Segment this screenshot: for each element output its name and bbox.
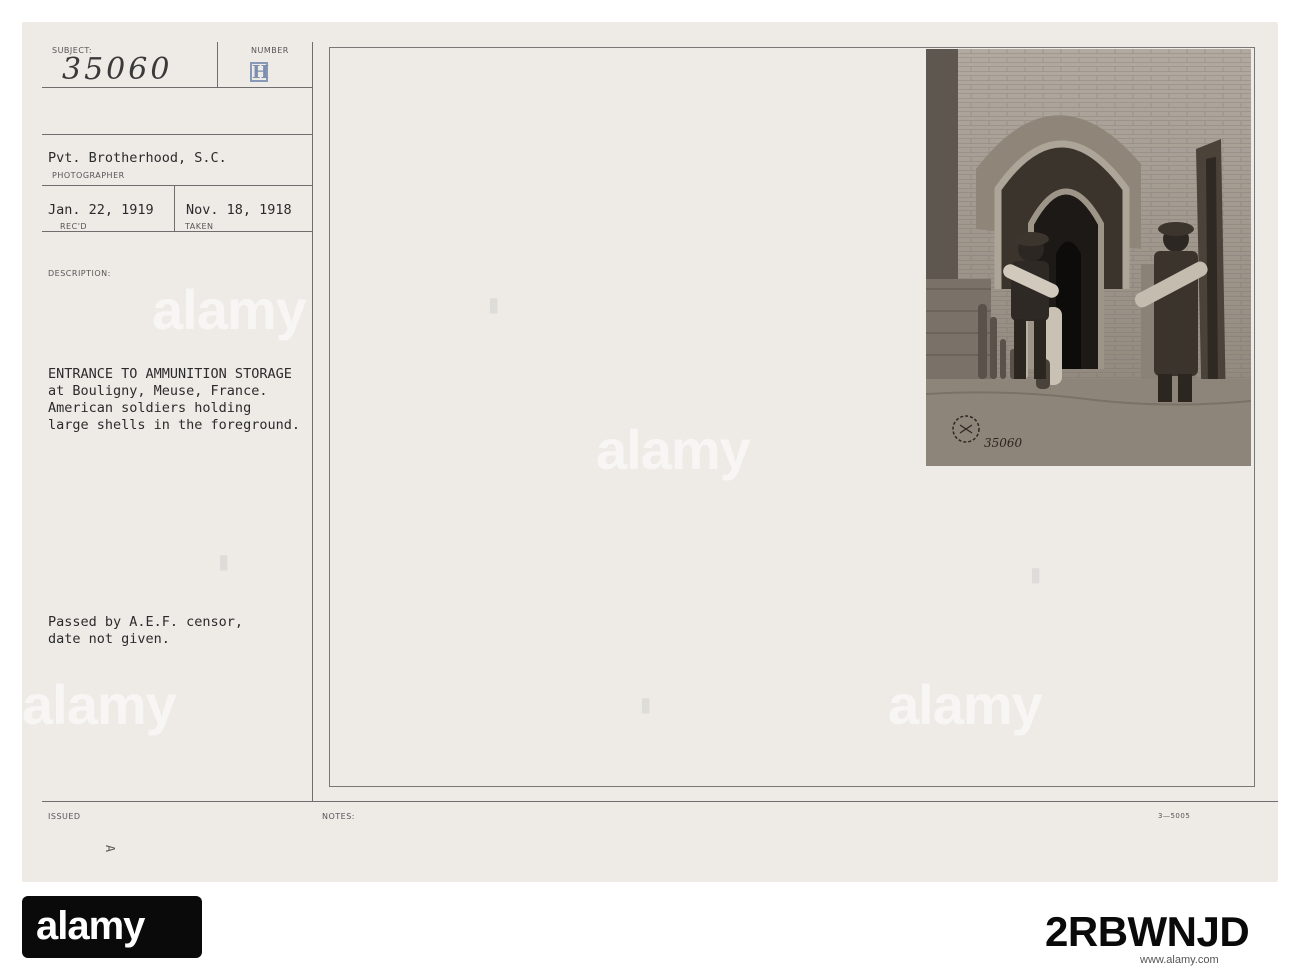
photo-inscription: 35060 xyxy=(984,436,1023,450)
number-stamp: H xyxy=(250,62,270,83)
footer-url[interactable]: www.alamy.com xyxy=(1140,954,1219,966)
watermark: alamy xyxy=(152,278,307,341)
issued-rule xyxy=(42,801,1278,802)
form-code: 3—5005 xyxy=(1158,812,1191,820)
subject-number: 35060 xyxy=(62,52,173,87)
watermark: alamy xyxy=(596,418,751,481)
photographer-top-rule xyxy=(42,134,312,135)
subject-divider xyxy=(42,87,312,88)
stock-footer: alamy 2RBWNJD www.alamy.com xyxy=(0,882,1300,971)
censor-line: Passed by A.E.F. censor, xyxy=(48,614,244,630)
watermark-mark: ▮ xyxy=(488,294,499,316)
taken-date: Nov. 18, 1918 xyxy=(186,202,292,218)
description-line: at Bouligny, Meuse, France. xyxy=(48,383,268,399)
footer-brand-text: alamy xyxy=(36,904,145,948)
photographer-label: PHOTOGRAPHER xyxy=(52,171,125,180)
notes-label: NOTES: xyxy=(322,812,355,821)
censor-text: Passed by A.E.F. censor, date not given. xyxy=(48,614,243,648)
received-date: Jan. 22, 1919 xyxy=(48,202,154,218)
watermark: alamy xyxy=(22,673,177,736)
column-divider xyxy=(312,42,313,802)
footer-image-id: 2RBWNJD xyxy=(1045,908,1250,955)
number-divider xyxy=(217,42,218,87)
record-card: SUBJECT: 35060 NUMBER H Pvt. Brotherhood… xyxy=(22,22,1278,882)
dates-bottom-rule xyxy=(42,231,312,232)
description-line: large shells in the foreground. xyxy=(48,417,300,433)
description-line: American soldiers holding xyxy=(48,400,252,416)
description-label: DESCRIPTION: xyxy=(48,269,111,278)
watermark-mark: ▮ xyxy=(1030,564,1041,586)
dates-top-rule xyxy=(42,185,312,186)
dates-divider xyxy=(174,185,175,231)
watermark-mark: ▮ xyxy=(640,694,651,716)
number-label: NUMBER xyxy=(251,46,289,55)
archival-photograph: 35060 xyxy=(926,49,1251,466)
description-line: ENTRANCE TO AMMUNITION STORAGE xyxy=(48,366,292,382)
issued-label: ISSUED xyxy=(48,812,81,821)
issued-mark: A xyxy=(103,844,118,853)
description-text: ENTRANCE TO AMMUNITION STORAGE at Boulig… xyxy=(48,366,300,434)
ammunition-storage-photo: 35060 xyxy=(926,49,1251,466)
watermark-mark: ▮ xyxy=(218,551,229,573)
received-label: REC'D xyxy=(60,222,88,231)
watermark: alamy xyxy=(888,673,1043,736)
censor-line: date not given. xyxy=(48,631,170,647)
taken-label: TAKEN xyxy=(185,222,214,231)
photographer-name: Pvt. Brotherhood, S.C. xyxy=(48,150,227,166)
